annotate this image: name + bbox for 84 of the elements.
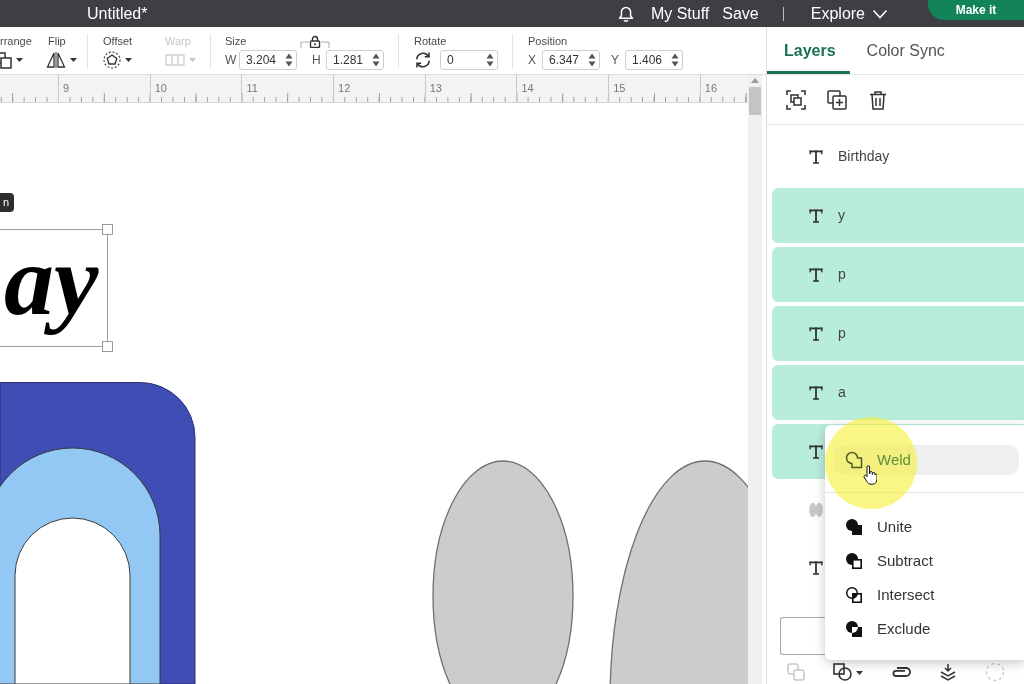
tool-label: Position xyxy=(528,35,568,48)
exclude-icon xyxy=(845,620,863,638)
nav-link[interactable]: My Stuff xyxy=(650,1,710,26)
hand-cursor-icon xyxy=(863,465,877,485)
trash-icon[interactable] xyxy=(868,89,888,110)
caret-icon xyxy=(189,58,196,62)
tool-label: Flip xyxy=(47,35,67,48)
resize-handle[interactable] xyxy=(102,341,113,352)
letter-t-icon xyxy=(808,325,824,342)
axis-label: X xyxy=(528,52,537,69)
menu-item[interactable]: Exclude xyxy=(833,612,1019,646)
tool-label: Offset xyxy=(103,35,134,48)
group-icon[interactable] xyxy=(786,89,806,110)
size-field[interactable]: 1.281 xyxy=(326,50,384,70)
document-title: Untitled* xyxy=(87,3,148,24)
ruler-label: 11 xyxy=(246,82,258,94)
menu-item[interactable]: Intersect xyxy=(833,578,1019,612)
rotate-field[interactable]: 0 xyxy=(440,50,498,70)
arrange-dropdown[interactable] xyxy=(0,50,23,70)
layer-row[interactable]: p xyxy=(772,247,1024,302)
shapes-icon[interactable] xyxy=(833,663,863,681)
offset-dropdown[interactable] xyxy=(103,50,132,70)
bell-icon[interactable] xyxy=(616,4,635,23)
letter-t-icon xyxy=(808,443,824,460)
panel-tab[interactable]: Color Sync xyxy=(849,27,959,74)
stepper-icon xyxy=(588,52,596,68)
scrollbar-thumb[interactable] xyxy=(749,87,761,115)
duplicate-icon[interactable] xyxy=(827,89,847,110)
paperclip-icon[interactable] xyxy=(891,665,911,679)
chevron-down-icon xyxy=(872,8,888,19)
resize-handle[interactable] xyxy=(102,224,113,235)
make-it-button[interactable]: Make it xyxy=(928,0,1024,20)
tool-label: rrange xyxy=(0,35,33,48)
ruler-label: 9 xyxy=(63,82,70,94)
flip-dropdown[interactable] xyxy=(46,50,77,70)
caret-icon xyxy=(16,58,23,62)
tool-label: Warp xyxy=(165,35,192,48)
axis-label: W xyxy=(225,52,235,69)
caret-icon xyxy=(125,58,132,62)
intersect-icon xyxy=(845,586,863,604)
layer-row[interactable]: y xyxy=(772,188,1024,243)
size-field[interactable]: 3.204 xyxy=(239,50,297,70)
position-field[interactable]: 1.406 xyxy=(625,50,683,70)
letter-t-icon xyxy=(808,266,824,283)
letter-t-icon xyxy=(808,207,824,224)
layer-row[interactable]: a xyxy=(772,365,1024,420)
panel-tab[interactable]: Layers xyxy=(767,27,850,74)
ovals-icon xyxy=(808,501,824,518)
axis-label: Y xyxy=(611,52,620,69)
caret-icon xyxy=(70,58,77,62)
flip-icon xyxy=(46,51,66,69)
letter-t-icon xyxy=(808,559,824,576)
letter-t-icon xyxy=(808,148,824,165)
weld-icon xyxy=(845,451,863,469)
unite-icon xyxy=(845,518,863,536)
letter-t-icon xyxy=(808,384,824,401)
layer-row[interactable]: p xyxy=(772,306,1024,361)
menu-item[interactable]: Subtract xyxy=(833,544,1019,578)
explore-menu[interactable]: Explore xyxy=(810,1,888,26)
axis-label: H xyxy=(312,52,322,69)
subtract-icon xyxy=(845,552,863,570)
nav-link[interactable]: Save xyxy=(722,1,759,26)
stepper-icon xyxy=(285,52,293,68)
rotate-icon xyxy=(414,51,432,69)
ruler-label: 12 xyxy=(338,82,351,94)
stepper-icon xyxy=(671,52,679,68)
ruler-label: 10 xyxy=(154,82,167,94)
ruler-label: 14 xyxy=(521,82,534,94)
grid-icon xyxy=(165,54,185,66)
tool-label: Size xyxy=(225,35,247,48)
arrow-layers-icon[interactable] xyxy=(939,663,957,681)
ruler-label: 16 xyxy=(704,82,718,94)
ruler-label: 15 xyxy=(613,82,626,94)
tool-label: Rotate xyxy=(414,35,447,48)
tooltip: n xyxy=(0,193,15,212)
scrollbar[interactable] xyxy=(748,75,762,684)
lock-icon xyxy=(300,35,331,48)
canvas-tile[interactable] xyxy=(780,617,827,655)
ruler-label: 13 xyxy=(429,82,442,94)
rainbow-arch-drawing[interactable] xyxy=(0,382,196,684)
stepper-icon xyxy=(372,52,380,68)
menu-item[interactable]: Unite xyxy=(833,510,1019,544)
position-field[interactable]: 6.347 xyxy=(542,50,600,70)
stepper-icon xyxy=(486,52,494,68)
